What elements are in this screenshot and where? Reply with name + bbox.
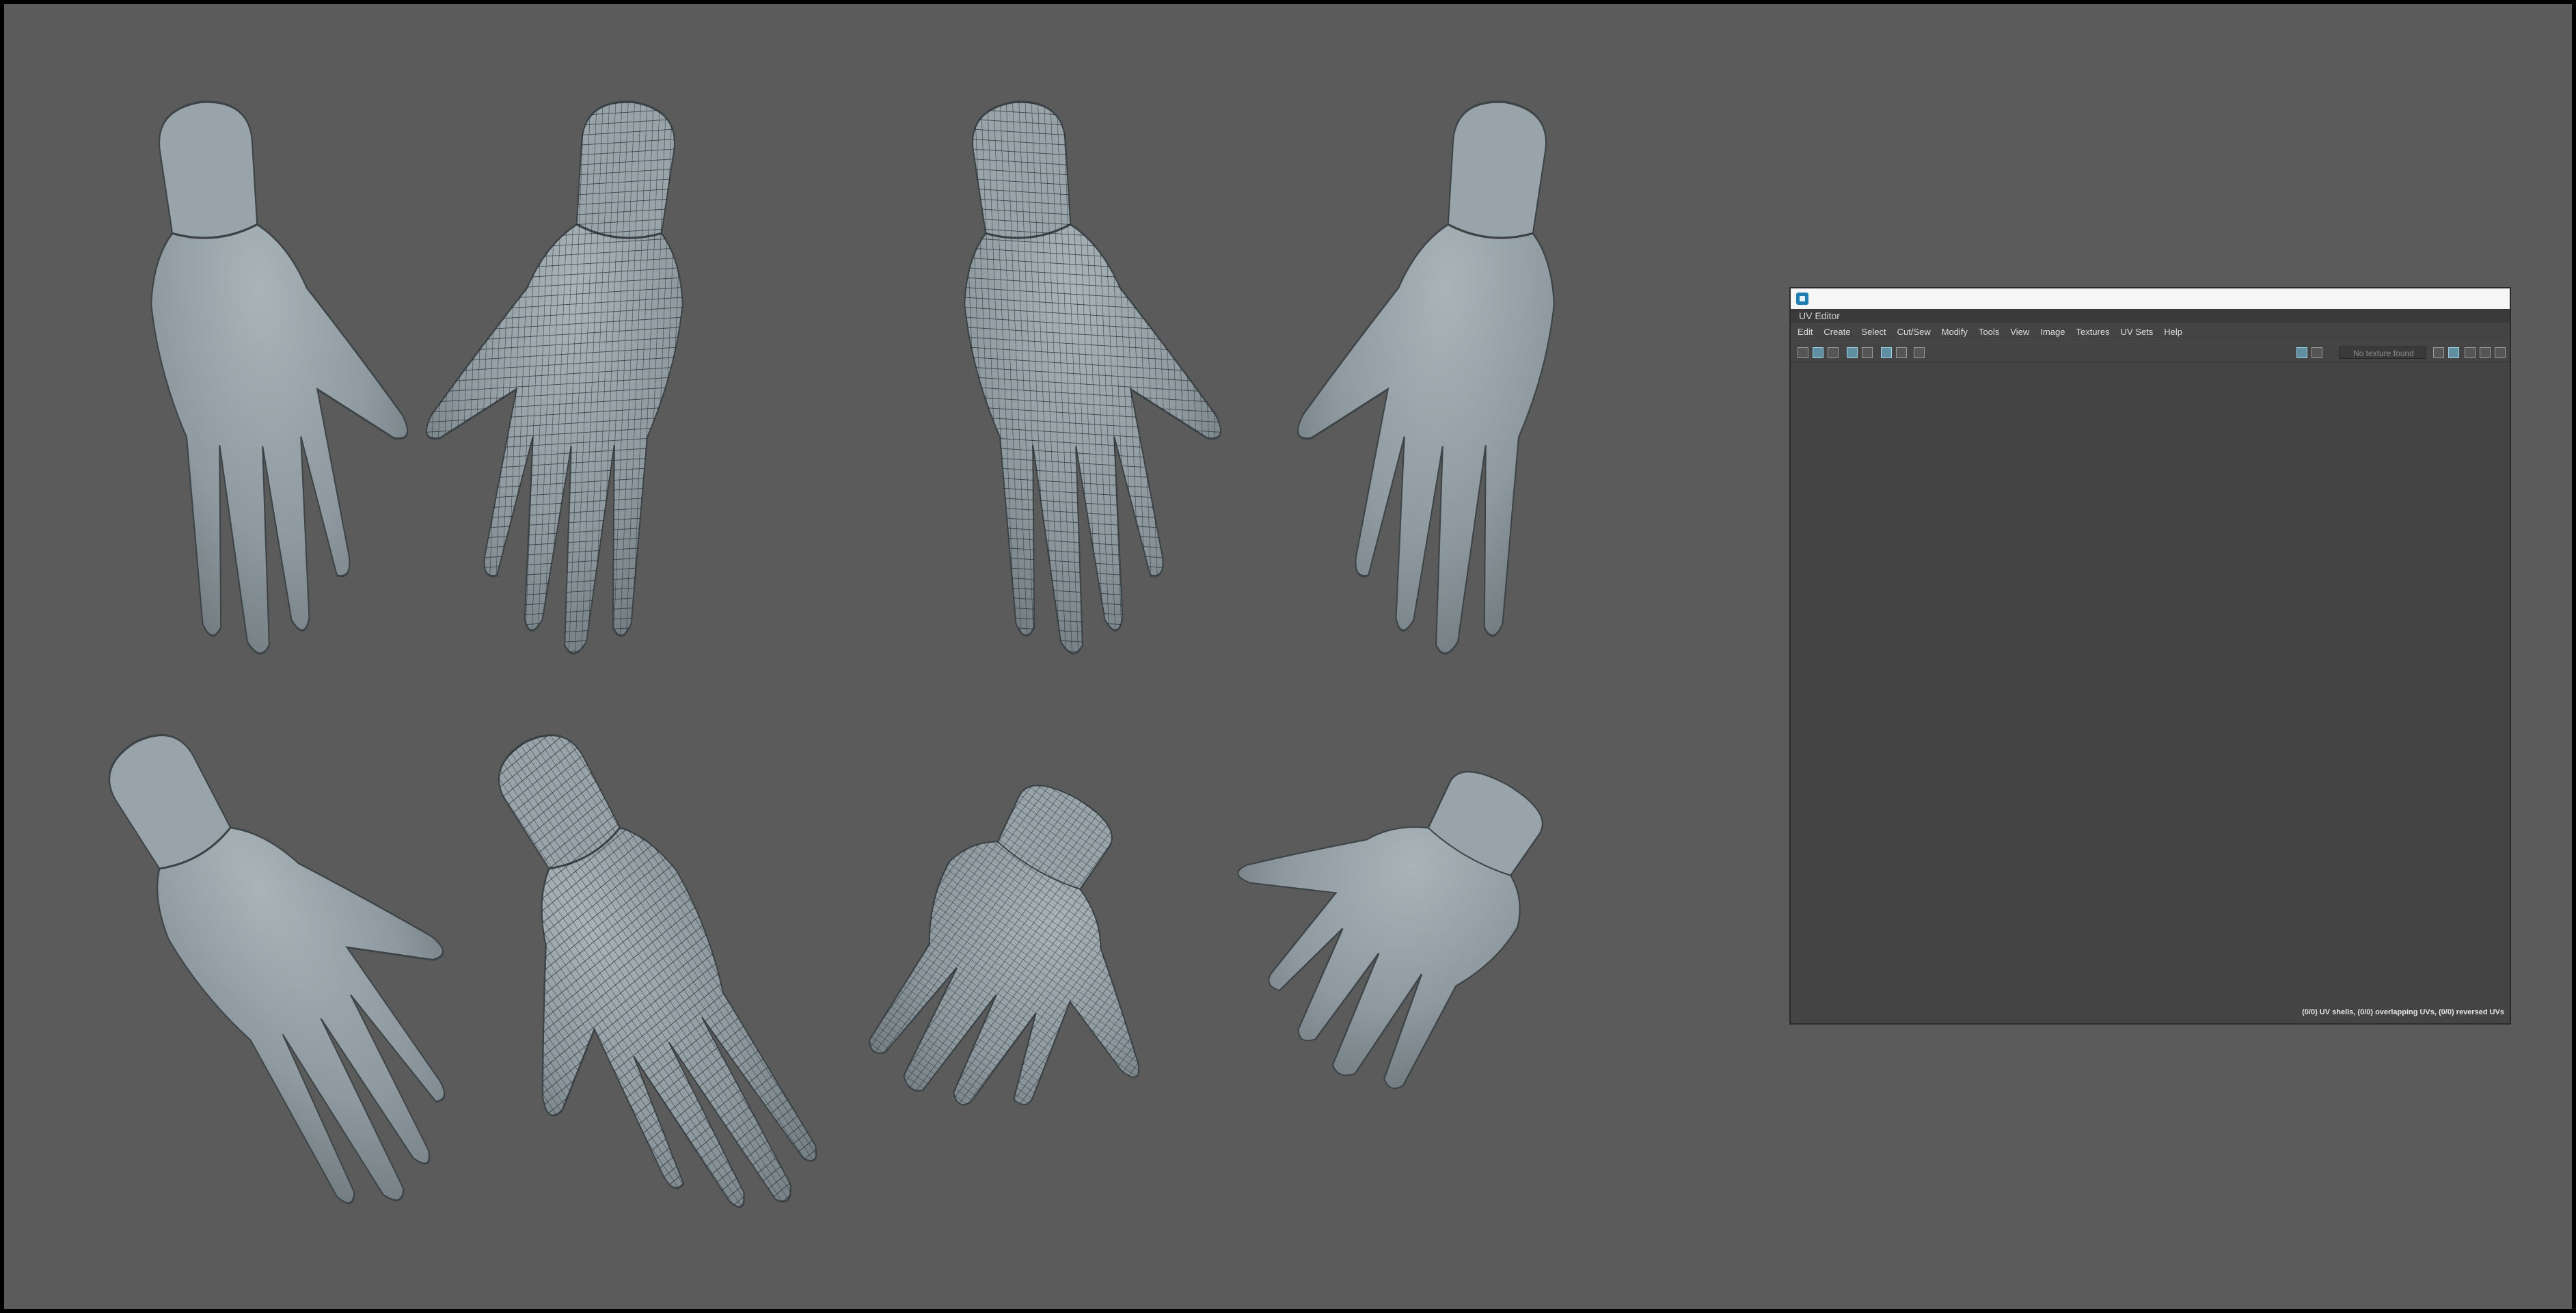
uv-editor-toolbar: No texture found bbox=[1791, 342, 2510, 362]
pin-icon[interactable] bbox=[1896, 347, 1907, 358]
uv-toolkit-icon[interactable] bbox=[1798, 347, 1808, 358]
menu-edit[interactable]: Edit bbox=[1798, 327, 1813, 337]
menu-textures[interactable]: Textures bbox=[2076, 327, 2109, 337]
gamma-icon[interactable] bbox=[2448, 347, 2459, 358]
grid-icon[interactable] bbox=[1813, 347, 1823, 358]
glove-cuff bbox=[159, 100, 258, 239]
texture-dropdown[interactable]: No texture found bbox=[2339, 347, 2426, 359]
menu-cut-sew[interactable]: Cut/Sew bbox=[1897, 327, 1931, 337]
uv-editor-titlebar[interactable] bbox=[1791, 288, 2510, 309]
uv-editor-window[interactable]: UV Editor Edit Create Select Cut/Sew Mod… bbox=[1789, 287, 2511, 1025]
filter-icon[interactable] bbox=[1828, 347, 1839, 358]
glove-cuff bbox=[1447, 100, 1547, 239]
checker-icon[interactable] bbox=[1862, 347, 1873, 358]
maya-app-icon bbox=[1796, 293, 1808, 305]
menu-view[interactable]: View bbox=[2010, 327, 2029, 337]
exposure-icon[interactable] bbox=[2433, 347, 2444, 358]
menu-uv-sets[interactable]: UV Sets bbox=[2121, 327, 2154, 337]
render-sheet: UV Editor Edit Create Select Cut/Sew Mod… bbox=[0, 0, 2576, 1313]
texture-icon[interactable] bbox=[2311, 347, 2322, 358]
toggle-icon[interactable] bbox=[2495, 347, 2506, 358]
color-icon[interactable] bbox=[2465, 347, 2476, 358]
snapshot-icon[interactable] bbox=[1914, 347, 1925, 358]
isolate-icon[interactable] bbox=[1881, 347, 1892, 358]
menu-image[interactable]: Image bbox=[2040, 327, 2065, 337]
image-icon[interactable] bbox=[2296, 347, 2307, 358]
menu-modify[interactable]: Modify bbox=[1942, 327, 1968, 337]
menu-help[interactable]: Help bbox=[2164, 327, 2182, 337]
menu-select[interactable]: Select bbox=[1861, 327, 1886, 337]
uv-status-text: (0/0) UV shells, (0/0) overlapping UVs, … bbox=[2302, 1008, 2504, 1016]
menu-tools[interactable]: Tools bbox=[1979, 327, 1999, 337]
uv-editor-title: UV Editor bbox=[1791, 309, 2510, 323]
shaded-icon[interactable] bbox=[1847, 347, 1858, 358]
pixel-snap-icon[interactable] bbox=[2480, 347, 2491, 358]
uv-editor-menubar: Edit Create Select Cut/Sew Modify Tools … bbox=[1791, 323, 2510, 340]
menu-create[interactable]: Create bbox=[1823, 327, 1850, 337]
